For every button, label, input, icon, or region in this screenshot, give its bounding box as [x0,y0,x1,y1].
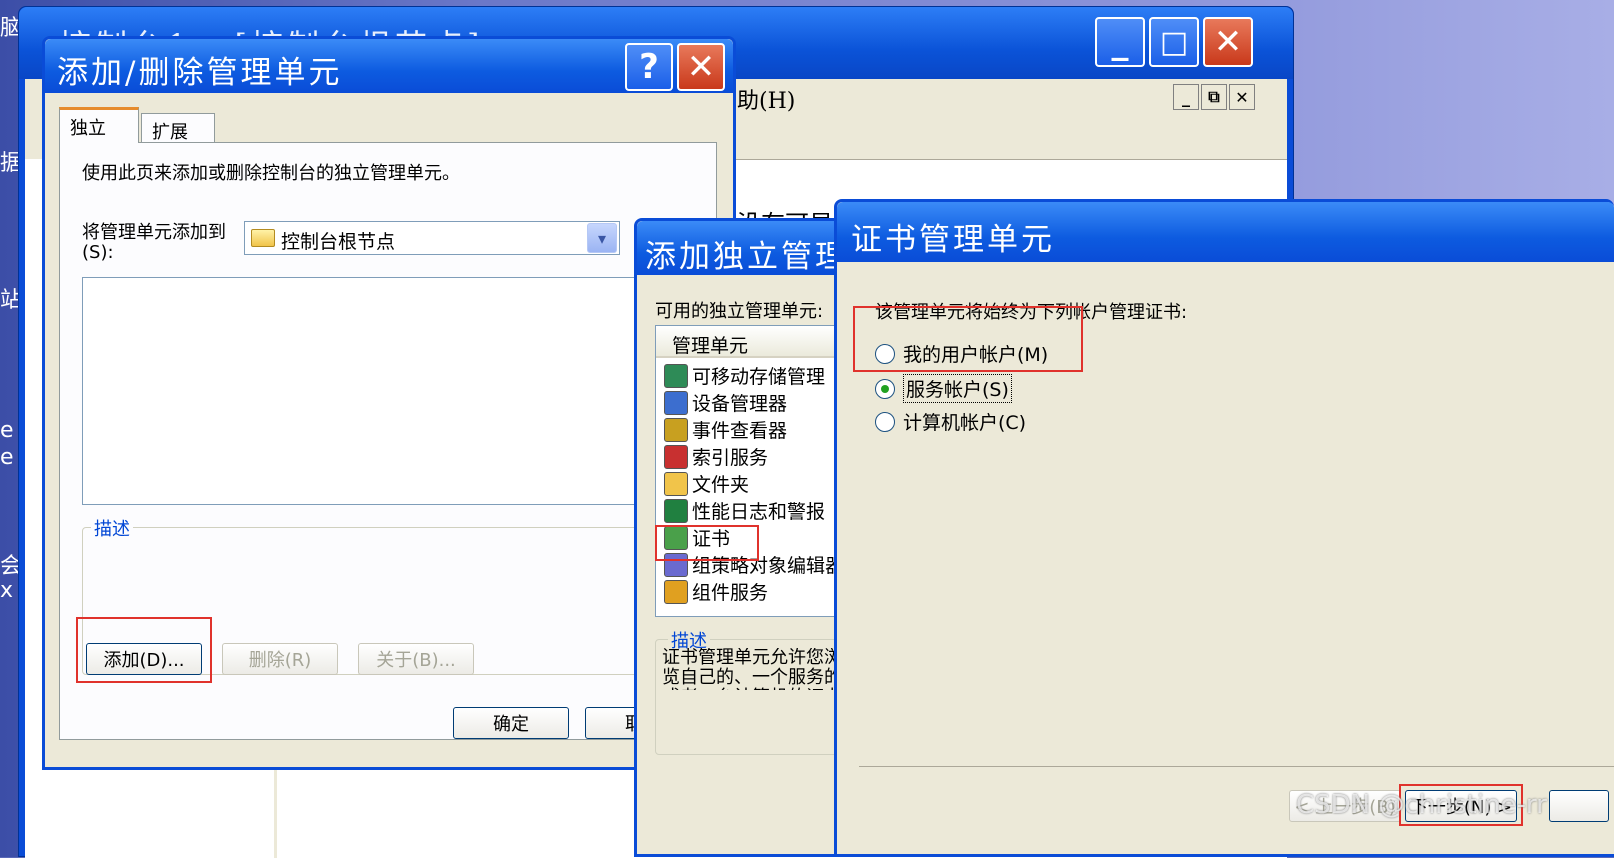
maximize-button[interactable]: □ [1149,17,1199,67]
add-to-value: 控制台根节点 [281,231,396,253]
ok-button[interactable]: 确定 [453,707,569,739]
component-services-icon [664,579,688,604]
dialog-title: 证书管理单元 [851,222,1055,258]
snapin-listbox[interactable] [82,277,642,505]
mdi-minimize-button[interactable]: _ [1173,84,1199,110]
dialog-titlebar[interactable]: 证书管理单元 [837,202,1614,262]
radio-service-account[interactable]: 服务帐户(S) [875,374,1012,403]
dialog-titlebar[interactable]: 添加/删除管理单元 ? ✕ [45,39,733,93]
add-remove-snapin-dialog: 添加/删除管理单元 ? ✕ 独立 扩展 使用此页来添加或删除控制台的独立管理单元… [42,36,736,770]
list-item-label: 文件夹 [692,474,750,496]
cancel-button[interactable] [1549,790,1609,822]
list-item-label: 事件查看器 [692,420,788,442]
removable-storage-icon [664,363,688,388]
tab-extensions[interactable]: 扩展 [141,113,215,145]
desktop-icon-label: e [0,445,14,470]
folder-icon [251,229,275,247]
desktop-icon-label: x [0,578,14,603]
radio-selected-dot [881,384,889,393]
column-header-label: 管理单元 [672,335,749,357]
indexing-service-icon [664,444,688,469]
desktop-icon-label: e [0,418,14,443]
radio-label: 计算机帐户(C) [903,412,1027,434]
dialog-title: 添加/删除管理单元 [57,55,343,91]
highlight-box [76,617,212,683]
help-button[interactable]: ? [625,43,673,91]
folder-icon [664,471,688,496]
intro-text: 使用此页来添加或删除控制台的独立管理单元。 [82,163,460,184]
radio-label: 服务帐户(S) [903,374,1012,403]
tab-standalone[interactable]: 独立 [59,107,139,143]
list-item-label: 组件服务 [692,582,769,604]
tab-panel: 使用此页来添加或删除控制台的独立管理单元。 将管理单元添加到(S): 控制台根节… [59,142,717,740]
highlight-box [853,306,1083,372]
list-item-label: 设备管理器 [692,393,788,415]
list-item-label: 可移动存储管理 [692,366,826,388]
list-item-label: 索引服务 [692,447,769,469]
watermark-text: CSDN @christine-rr [1296,790,1547,820]
minimize-button[interactable]: _ [1095,17,1145,67]
device-manager-icon [664,390,688,415]
menu-help[interactable]: 助(H) [737,83,795,115]
available-label: 可用的独立管理单元: [655,301,824,322]
close-button[interactable]: ✕ [677,43,725,91]
description-legend: 描述 [91,515,133,541]
description-text: 证书管理单元允许您浏览自己的、一个服务的或者一台计算机的证书存储内容。 [662,648,842,690]
mdi-close-button[interactable]: ✕ [1229,84,1255,110]
highlight-box [655,525,759,561]
certificate-snapin-dialog: 证书管理单元 该管理单元将始终为下列帐户管理证书: 我的用户帐户(M) 服务帐户… [834,199,1614,857]
add-to-combobox[interactable]: 控制台根节点 ▾ [244,221,620,255]
radio-computer-account[interactable]: 计算机帐户(C) [875,408,1026,435]
remove-button[interactable]: 删除(R) [222,643,338,675]
chevron-down-icon[interactable]: ▾ [587,223,617,253]
add-to-label: 将管理单元添加到(S): [82,222,226,263]
list-item-label: 性能日志和警报 [692,501,826,523]
performance-icon [664,498,688,523]
close-button[interactable]: ✕ [1203,17,1253,67]
event-viewer-icon [664,417,688,442]
separator [859,766,1614,767]
radio-button[interactable] [875,411,895,432]
mdi-restore-button[interactable]: ⧉ [1201,84,1227,110]
radio-button[interactable] [875,378,895,399]
about-button[interactable]: 关于(B)... [358,643,474,675]
